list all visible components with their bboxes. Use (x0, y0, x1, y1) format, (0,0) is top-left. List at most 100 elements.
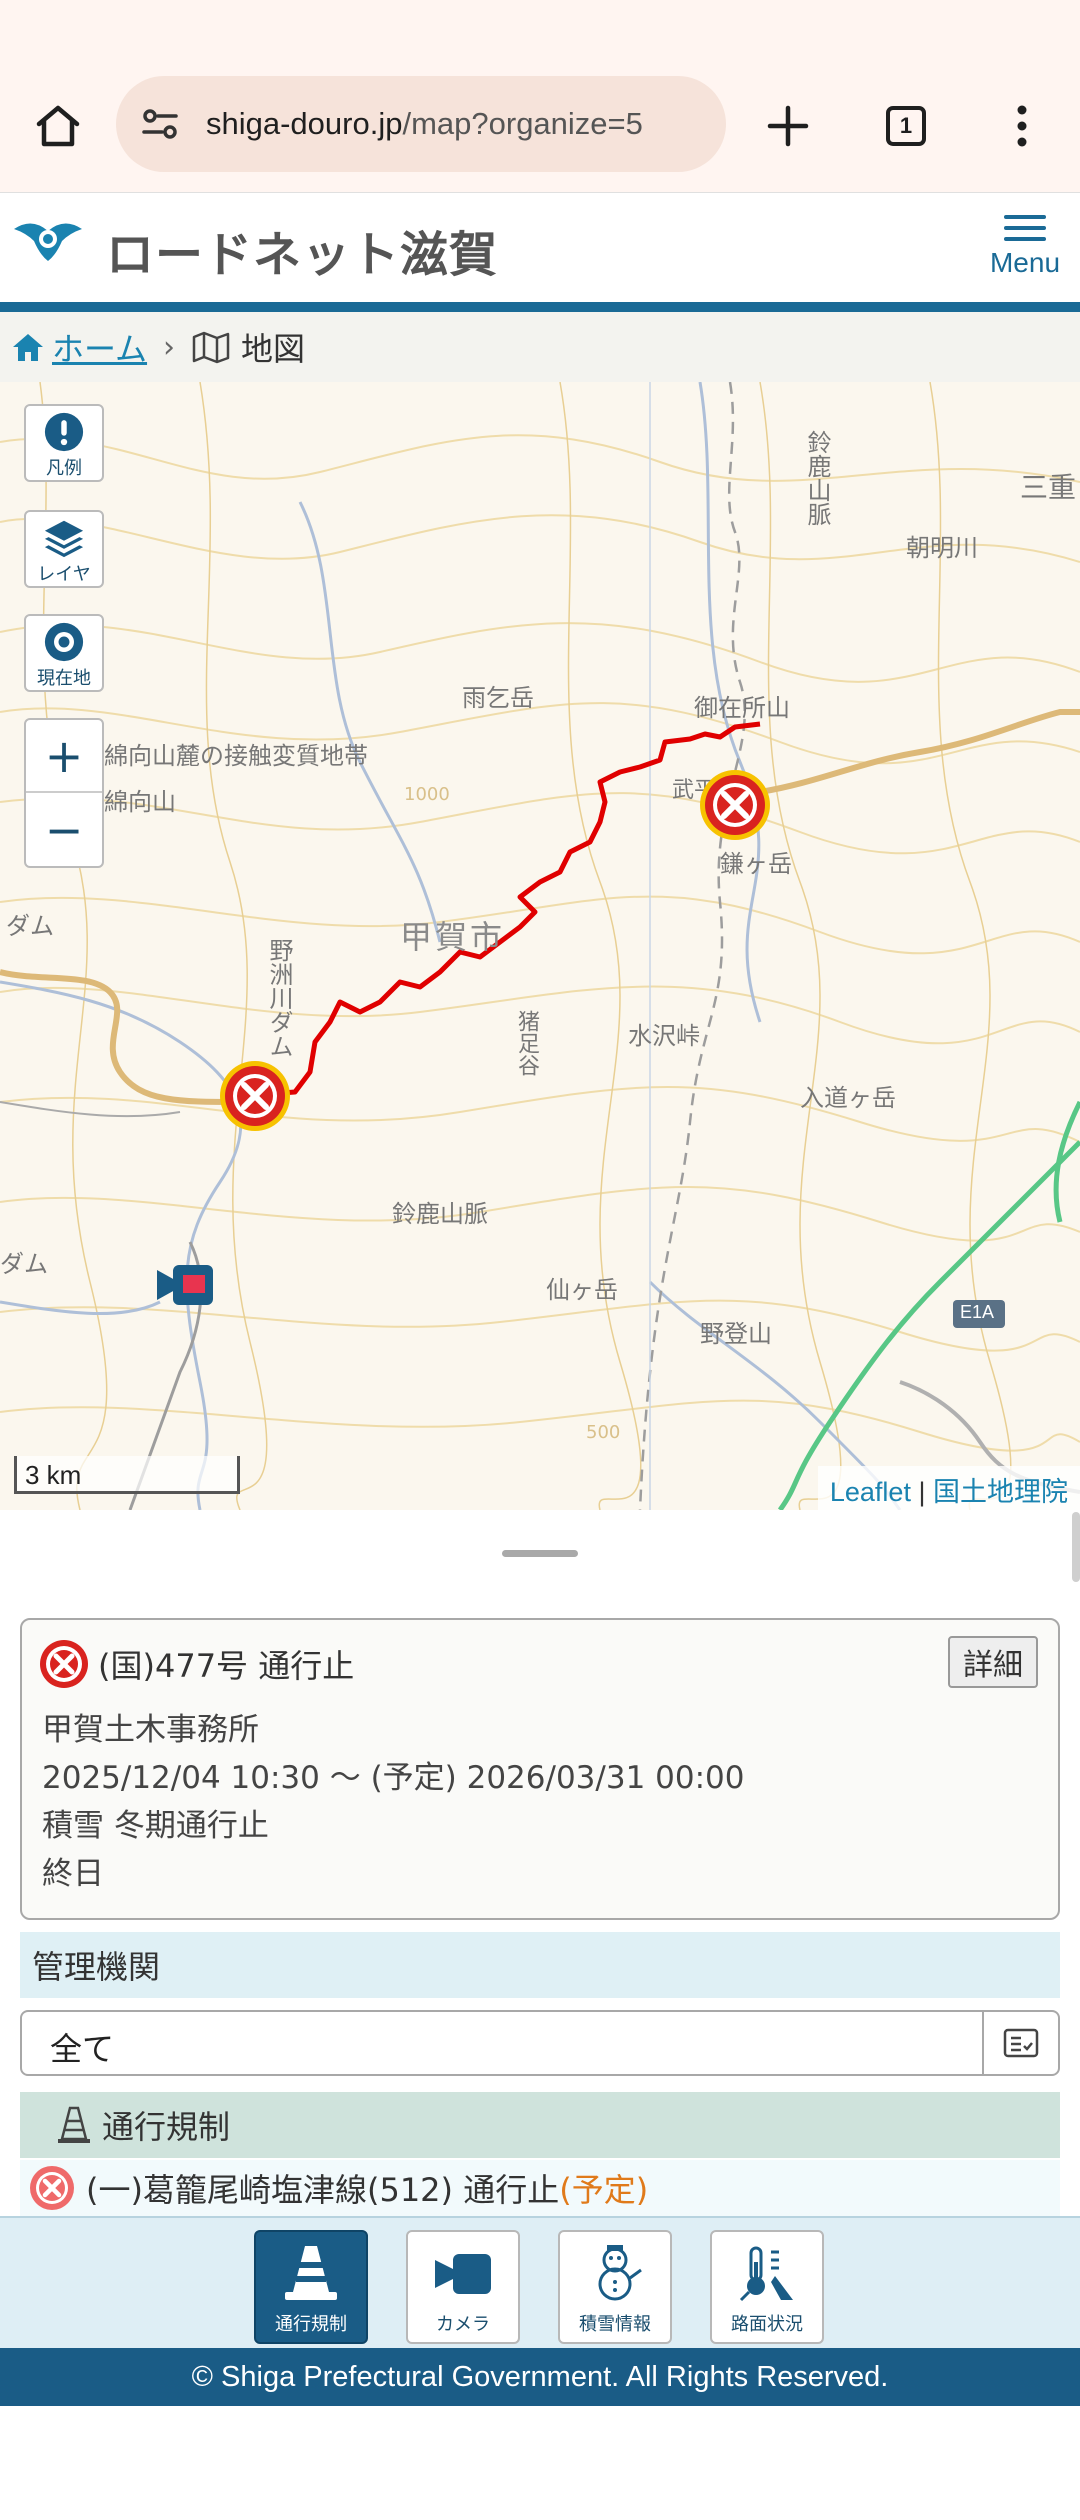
site-logo-icon[interactable] (12, 215, 84, 265)
browser-menu-button[interactable] (986, 90, 1058, 162)
closure-marker-west[interactable] (218, 1059, 292, 1133)
map-label-oshuzai: 御在所山 (694, 694, 790, 722)
map-label-e1a: E1A (960, 1302, 995, 1322)
map-label-kouka: 甲賀市 (400, 918, 506, 956)
site-title[interactable]: ロードネット滋賀 (106, 215, 498, 285)
tab-count: 1 (899, 113, 913, 138)
nav-road-condition[interactable]: 路面状況 (710, 2230, 824, 2344)
layers-button[interactable]: レイヤ (24, 510, 104, 588)
breadcrumb: ホーム › 地図 (0, 312, 1080, 382)
leaflet-link[interactable]: Leaflet (830, 1477, 911, 1507)
traffic-cone-icon (285, 2246, 337, 2300)
panel-scrollbar[interactable] (1072, 1512, 1080, 1582)
incident-office: 甲賀土木事務所 (42, 1712, 259, 1748)
map-icon (192, 331, 230, 364)
snowman-icon (598, 2245, 642, 2301)
menu-button[interactable]: Menu (980, 213, 1070, 293)
menu-icon (1004, 213, 1046, 243)
browser-toolbar: shiga-douro.jp/map?organize=5 1 (0, 0, 1080, 192)
nav-traffic-regulation-label: 通行規制 (275, 2314, 347, 2335)
location-label: 現在地 (37, 668, 91, 689)
map-label-notozan: 野登山 (700, 1320, 772, 1348)
map-label-suzuka: 鈴鹿山脈 (803, 430, 831, 526)
new-tab-button[interactable] (752, 90, 824, 162)
attribution-separator: | (918, 1477, 926, 1507)
legend-button[interactable]: 凡例 (24, 404, 104, 482)
agency-select-button[interactable] (982, 2012, 1058, 2074)
closure-icon (40, 1640, 88, 1688)
address-bar[interactable]: shiga-douro.jp/map?organize=5 (116, 76, 726, 172)
layers-icon (44, 520, 84, 558)
regulation-item-text: (一)葛籠尾崎塩津線(512) 通行止(予定) (86, 2165, 648, 2211)
regulation-item-tag: (予定) (559, 2171, 649, 2209)
camera-icon (435, 2254, 491, 2294)
plus-icon (767, 105, 809, 147)
map-label-amagoi: 雨乞岳 (462, 684, 534, 712)
agency-select-value: 全て (50, 2030, 115, 2068)
map-label-mizusawa: 水沢峠 (628, 1022, 700, 1050)
browser-home-button[interactable] (22, 90, 94, 162)
tune-icon[interactable] (136, 100, 184, 148)
map-label-nyudo: 入道ヶ岳 (800, 1084, 896, 1112)
map-label-sengatake: 仙ヶ岳 (546, 1276, 618, 1304)
breadcrumb-home-link[interactable]: ホーム (52, 324, 147, 370)
footer-copyright: © Shiga Prefectural Government. All Righ… (0, 2348, 1080, 2406)
home-icon (13, 334, 43, 361)
zoom-out-button[interactable]: − (26, 793, 102, 866)
nav-traffic-regulation[interactable]: 通行規制 (254, 2230, 368, 2344)
map-label-watamuki: 綿向山 (104, 788, 176, 816)
map-label-mie: 三重 (1020, 471, 1077, 504)
zoom-in-button[interactable]: + (26, 720, 102, 793)
closure-marker-east[interactable] (698, 768, 772, 842)
map-label-kamagatake: 鎌ヶ岳 (720, 850, 792, 878)
map-view[interactable]: 甲賀市 雨乞岳 御在所山 鈴鹿山脈 朝明川 三重 綿向山 綿向山麓の接触変質地帯… (0, 382, 1080, 1510)
road-thermo-icon (739, 2246, 793, 2302)
panel-drag-handle[interactable] (502, 1550, 578, 1557)
url-domain: shiga-douro.jp (206, 106, 403, 141)
agency-section-header: 管理機関 (20, 1932, 1060, 1998)
map-label-dam-left: ダム (6, 912, 54, 940)
detail-button[interactable]: 詳細 (948, 1636, 1038, 1688)
zoom-control: + − (24, 718, 104, 868)
map-label-suzuka-2: 鈴鹿山脈 (392, 1200, 488, 1228)
regulation-list-item[interactable]: (一)葛籠尾崎塩津線(512) 通行止(予定) (20, 2160, 1060, 2216)
tabs-icon: 1 (886, 106, 926, 146)
regulation-item-label: (一)葛籠尾崎塩津線(512) 通行止 (86, 2171, 560, 2209)
menu-label: Menu (989, 247, 1061, 278)
layers-label: レイヤ (37, 564, 91, 585)
incident-time: 終日 (42, 1856, 104, 1892)
info-panel: (国)477号 通行止 詳細 甲賀土木事務所 2025/12/04 10:30 … (0, 1510, 1080, 2216)
map-label-asahi: 朝明川 (906, 534, 978, 562)
nav-snow-info[interactable]: 積雪情報 (558, 2230, 672, 2344)
nav-snow-info-label: 積雪情報 (579, 2314, 651, 2335)
regulation-section-label: 通行規制 (102, 2108, 231, 2146)
more-vert-icon (1017, 105, 1027, 147)
info-icon (44, 412, 84, 452)
header-divider (0, 302, 1080, 312)
gsi-link[interactable]: 国土地理院 (933, 1477, 1068, 1507)
url-text: shiga-douro.jp/map?organize=5 (206, 106, 643, 142)
map-contour-500: 500 (586, 1422, 621, 1443)
incident-card[interactable]: (国)477号 通行止 詳細 甲賀土木事務所 2025/12/04 10:30 … (20, 1618, 1060, 1920)
page-bottom-blank (0, 2406, 1080, 2520)
nav-camera-label: カメラ (436, 2314, 490, 2335)
nav-road-condition-label: 路面状況 (731, 2314, 803, 2335)
site-header: ロードネット滋賀 Menu (0, 192, 1080, 302)
closure-icon (30, 2166, 74, 2210)
camera-marker[interactable] (155, 1262, 215, 1308)
tab-switcher-button[interactable]: 1 (870, 90, 942, 162)
current-location-button[interactable]: 現在地 (24, 614, 104, 692)
breadcrumb-current: 地図 (241, 330, 306, 368)
agency-select[interactable]: 全て (20, 2010, 1060, 2076)
map-label-inoashi: 猪足谷 (514, 1010, 539, 1076)
traffic-cone-icon (58, 2106, 90, 2143)
nav-camera[interactable]: カメラ (406, 2230, 520, 2344)
map-attribution: Leaflet | 国土地理院 (817, 1466, 1080, 1510)
map-scale: 3 km (14, 1456, 240, 1494)
url-path: /map?organize=5 (402, 106, 643, 141)
map-contour-1000: 1000 (404, 784, 450, 805)
legend-label: 凡例 (46, 458, 82, 479)
checklist-icon (1003, 2028, 1039, 2058)
target-icon (44, 622, 84, 662)
map-label-watamuki-contact: 綿向山麓の接触変質地帯 (104, 742, 368, 770)
